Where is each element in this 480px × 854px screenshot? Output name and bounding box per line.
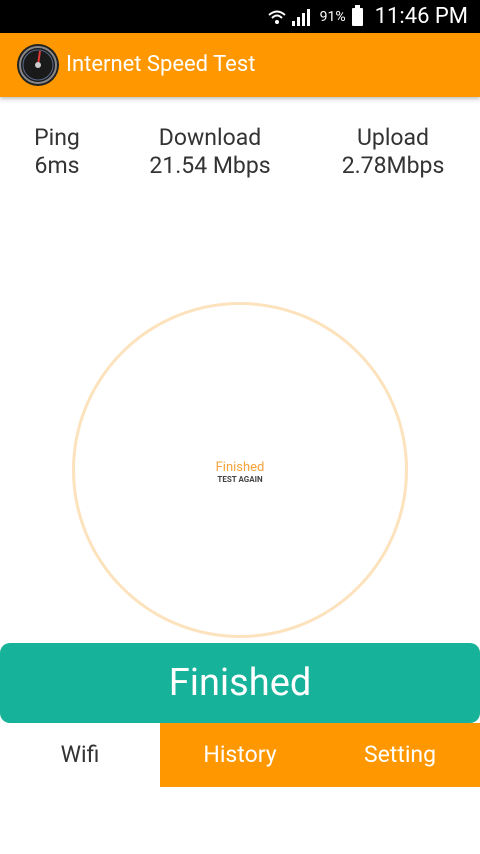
clock: 11:46 PM bbox=[374, 4, 468, 29]
ping-label: Ping bbox=[34, 124, 80, 151]
finished-button[interactable]: Finished bbox=[0, 643, 480, 723]
upload-stat: Upload 2.78Mbps bbox=[322, 124, 464, 180]
app-title: Internet Speed Test bbox=[66, 52, 256, 77]
tab-wifi[interactable]: Wifi bbox=[0, 723, 160, 787]
download-value: 21.54 Mbps bbox=[149, 152, 271, 179]
ping-stat: Ping 6ms bbox=[14, 124, 100, 180]
download-stat: Download 21.54 Mbps bbox=[130, 124, 290, 180]
signal-icon bbox=[291, 8, 310, 26]
test-again-button[interactable]: TEST AGAIN bbox=[75, 475, 405, 485]
battery-percent: 91% bbox=[319, 8, 346, 25]
gauge-status: Finished bbox=[215, 460, 265, 475]
wifi-icon bbox=[268, 10, 286, 24]
download-label: Download bbox=[158, 124, 262, 151]
upload-value: 2.78Mbps bbox=[341, 152, 445, 179]
tab-history[interactable]: History bbox=[160, 723, 320, 787]
tab-setting[interactable]: Setting bbox=[320, 723, 480, 787]
bottom-tabs: Wifi History Setting bbox=[0, 723, 480, 787]
status-icons: 91% 11:46 PM bbox=[268, 0, 468, 33]
speed-gauge[interactable]: Finished TEST AGAIN bbox=[72, 302, 408, 638]
battery-icon bbox=[351, 4, 363, 26]
status-bar: 91% 11:46 PM bbox=[0, 0, 480, 33]
app-bar: Internet Speed Test bbox=[0, 33, 480, 97]
ping-value: 6ms bbox=[34, 152, 80, 179]
speedometer-icon bbox=[17, 44, 59, 86]
upload-label: Upload bbox=[356, 124, 430, 151]
